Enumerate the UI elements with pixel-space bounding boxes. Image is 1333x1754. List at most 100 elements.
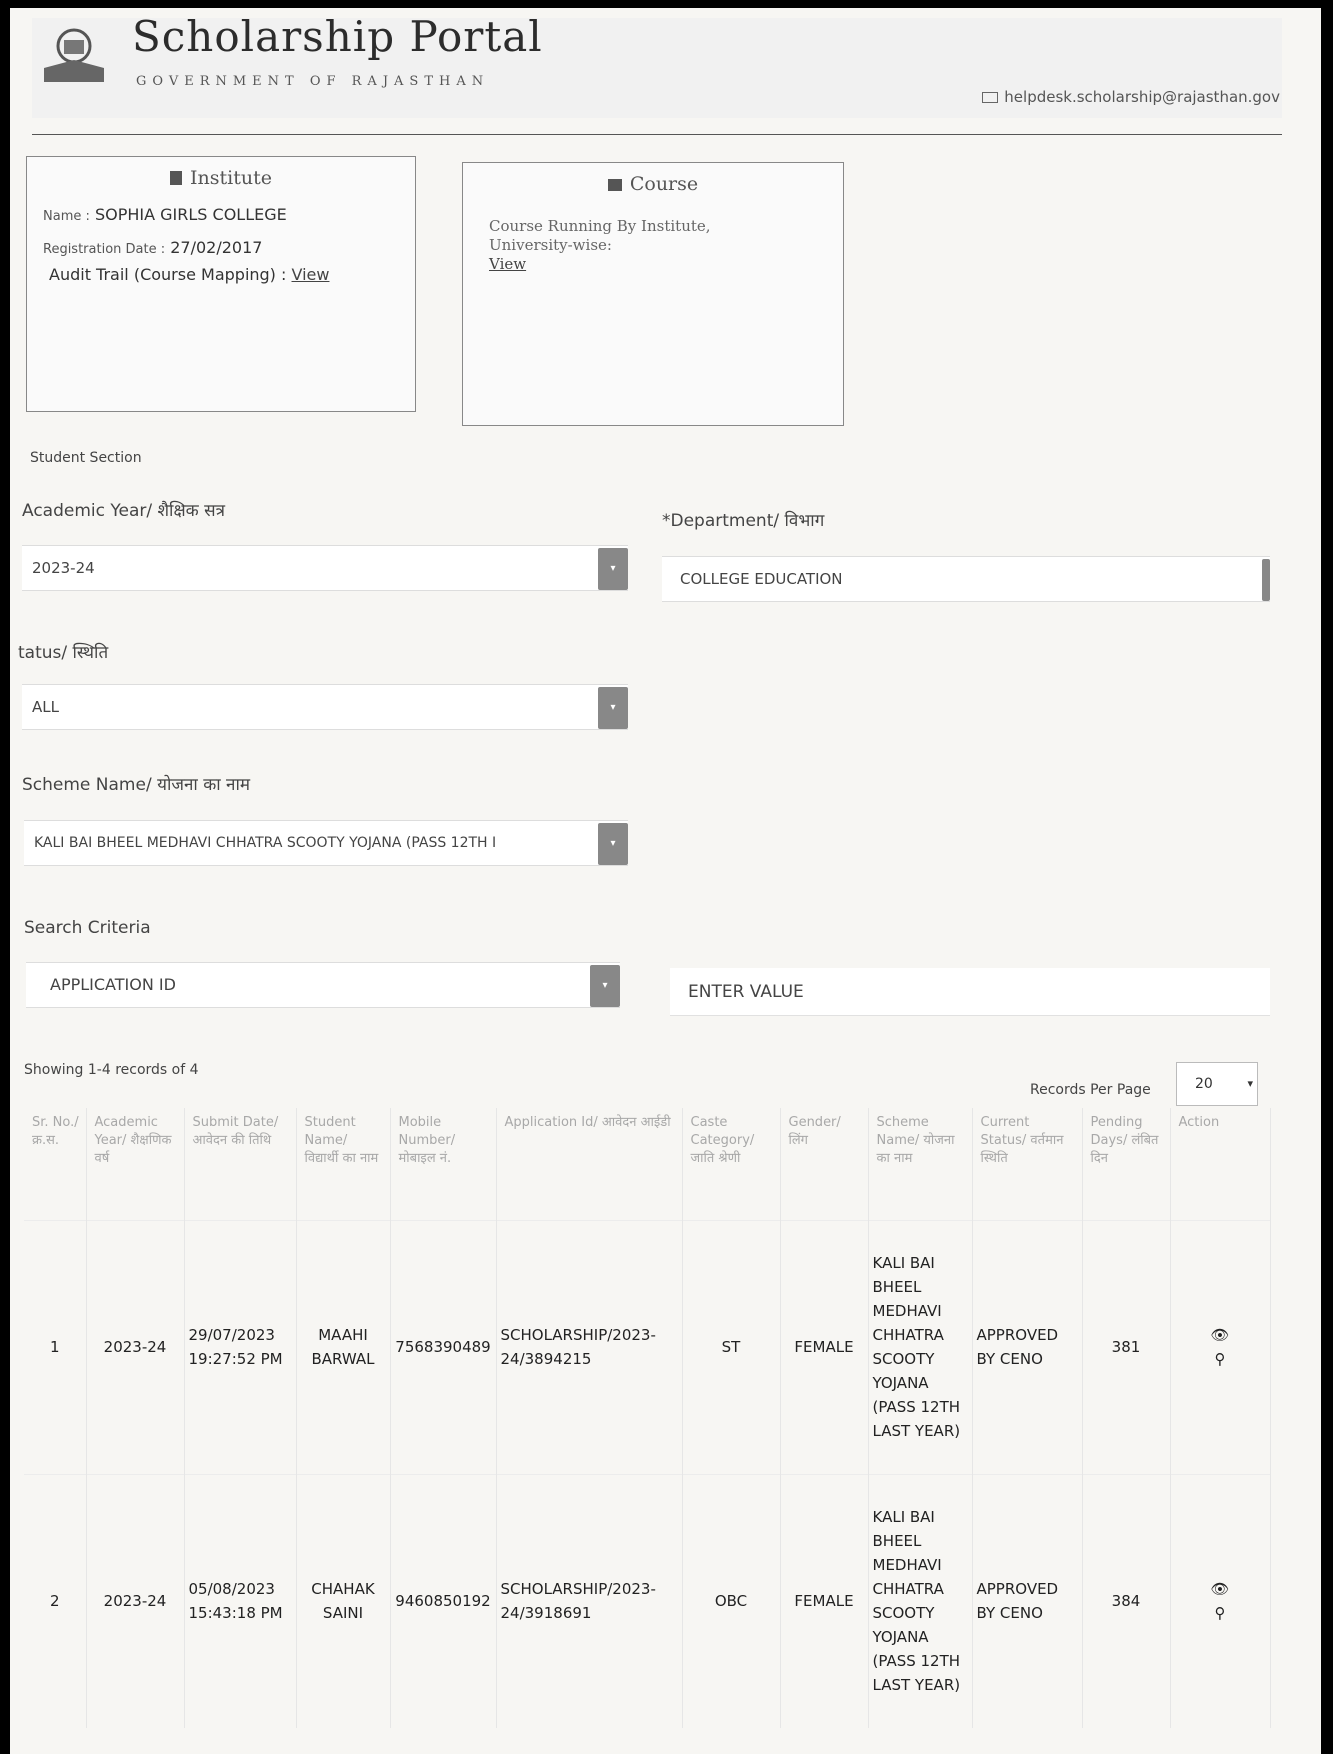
column-header[interactable]: Mobile Number/ मोबाइल नं.: [390, 1108, 497, 1220]
portal-subtitle: GOVERNMENT OF RAJASTHAN: [136, 74, 490, 89]
scheme-dropdown-arrow[interactable]: ▾: [598, 823, 628, 865]
search-criteria-select[interactable]: APPLICATION ID ▾: [26, 962, 620, 1008]
institute-card: Institute Name : SOPHIA GIRLS COLLEGE Re…: [26, 156, 416, 412]
cell-gender: FEMALE: [780, 1474, 869, 1728]
column-header[interactable]: Scheme Name/ योजना का नाम: [868, 1108, 973, 1220]
cell-academic-year: 2023-24: [86, 1220, 185, 1474]
records-per-page-value: 20: [1195, 1076, 1213, 1092]
cell-pending-days: 381: [1082, 1220, 1171, 1474]
cell-caste: OBC: [682, 1474, 781, 1728]
scheme-name-value: KALI BAI BHEEL MEDHAVI CHHATRA SCOOTY YO…: [34, 835, 497, 851]
course-description: Course Running By Institute, University-…: [489, 217, 789, 274]
cell-submit-date: 29/07/2023 19:27:52 PM: [184, 1220, 297, 1474]
cell-pending-days: 384: [1082, 1474, 1171, 1728]
registration-date-label: Registration Date :: [43, 242, 166, 257]
chevron-down-icon: ▾: [1247, 1077, 1253, 1090]
government-emblem-icon: [44, 28, 104, 82]
cell-actions: 👁 ⚲: [1170, 1474, 1271, 1728]
cell-application-id: SCHOLARSHIP/2023-24/3894215: [496, 1220, 683, 1474]
institute-card-heading: Institute: [27, 167, 415, 189]
institute-icon: [170, 171, 183, 185]
column-header[interactable]: Gender/ लिंग: [780, 1108, 869, 1220]
search-value-placeholder: ENTER VALUE: [688, 982, 804, 1002]
search-criteria-dropdown-arrow[interactable]: ▾: [590, 965, 620, 1007]
status-dropdown-arrow[interactable]: ▾: [598, 687, 628, 729]
records-per-page-label: Records Per Page: [1030, 1082, 1151, 1098]
academic-year-value: 2023-24: [32, 559, 95, 577]
registration-date-value: 27/02/2017: [170, 238, 263, 257]
cell-mobile: 7568390489: [390, 1220, 497, 1474]
table-header-row: Sr. No./ क्र.स. Academic Year/ शैक्षणिक …: [24, 1108, 1271, 1220]
institute-name-line: Name : SOPHIA GIRLS COLLEGE: [43, 205, 415, 224]
cell-caste: ST: [682, 1220, 781, 1474]
department-label: *Department/ विभाग: [662, 511, 825, 531]
column-header[interactable]: Academic Year/ शैक्षणिक वर्ष: [86, 1108, 185, 1220]
audit-trail-label: Audit Trail (Course Mapping) :: [49, 265, 287, 284]
cell-scheme: KALI BAI BHEEL MEDHAVI CHHATRA SCOOTY YO…: [868, 1474, 973, 1728]
registration-date-line: Registration Date : 27/02/2017: [43, 238, 415, 257]
location-pin-icon[interactable]: ⚲: [1175, 1601, 1266, 1625]
cell-application-id: SCHOLARSHIP/2023-24/3918691: [496, 1474, 683, 1728]
portal-title: Scholarship Portal: [132, 12, 543, 61]
column-header[interactable]: Caste Category/ जाति श्रेणी: [682, 1108, 781, 1220]
audit-trail-line: Audit Trail (Course Mapping) : View: [49, 265, 415, 284]
academic-year-label: Academic Year/ शैक्षिक सत्र: [22, 501, 225, 521]
department-select[interactable]: COLLEGE EDUCATION: [662, 556, 1270, 602]
search-criteria-value: APPLICATION ID: [50, 975, 176, 994]
results-table: Sr. No./ क्र.स. Academic Year/ शैक्षणिक …: [24, 1108, 1271, 1728]
header-divider: [32, 134, 1282, 135]
helpdesk-email[interactable]: helpdesk.scholarship@rajasthan.gov: [982, 88, 1280, 106]
academic-year-dropdown-arrow[interactable]: ▾: [598, 548, 628, 590]
course-heading-text: Course: [629, 173, 699, 195]
cell-status: APPROVED BY CENO: [972, 1474, 1083, 1728]
cell-status: APPROVED BY CENO: [972, 1220, 1083, 1474]
column-header: Action: [1170, 1108, 1271, 1220]
cell-student-name: MAAHI BARWAL: [296, 1220, 391, 1474]
search-criteria-label: Search Criteria: [24, 918, 151, 938]
column-header[interactable]: Submit Date/ आवेदन की तिथि: [184, 1108, 297, 1220]
student-section-label: Student Section: [30, 450, 142, 466]
scheme-name-select[interactable]: KALI BAI BHEEL MEDHAVI CHHATRA SCOOTY YO…: [24, 820, 628, 866]
cell-student-name: CHAHAK SAINI: [296, 1474, 391, 1728]
records-per-page-select[interactable]: 20 ▾: [1176, 1062, 1258, 1106]
academic-year-select[interactable]: 2023-24 ▾: [22, 545, 628, 591]
column-header[interactable]: Student Name/ विद्यार्थी का नाम: [296, 1108, 391, 1220]
helpdesk-email-text: helpdesk.scholarship@rajasthan.gov: [1004, 88, 1280, 106]
cell-sr-no: 1: [24, 1220, 87, 1474]
audit-trail-view-link[interactable]: View: [292, 265, 330, 284]
institute-heading-text: Institute: [190, 167, 272, 189]
table-row: 1 2023-24 29/07/2023 19:27:52 PM MAAHI B…: [24, 1220, 1271, 1474]
column-header[interactable]: Pending Days/ लंबित दिन: [1082, 1108, 1171, 1220]
scheme-name-label: Scheme Name/ योजना का नाम: [22, 775, 251, 795]
institute-name-label: Name :: [43, 209, 90, 224]
portal-header: Scholarship Portal GOVERNMENT OF RAJASTH…: [32, 12, 1282, 118]
institute-name-value: SOPHIA GIRLS COLLEGE: [94, 205, 287, 224]
cell-scheme: KALI BAI BHEEL MEDHAVI CHHATRA SCOOTY YO…: [868, 1220, 973, 1474]
cell-submit-date: 05/08/2023 15:43:18 PM: [184, 1474, 297, 1728]
status-label: tatus/ स्थिति: [18, 643, 109, 663]
status-value: ALL: [32, 698, 59, 716]
cell-mobile: 9460850192: [390, 1474, 497, 1728]
column-header[interactable]: Application Id/ आवेदन आईडी: [496, 1108, 683, 1220]
table-row: 2 2023-24 05/08/2023 15:43:18 PM CHAHAK …: [24, 1474, 1271, 1728]
column-header[interactable]: Sr. No./ क्र.स.: [24, 1108, 87, 1220]
page: Scholarship Portal GOVERNMENT OF RAJASTH…: [10, 8, 1321, 1754]
search-value-input[interactable]: ENTER VALUE: [670, 968, 1270, 1016]
status-select[interactable]: ALL ▾: [22, 684, 628, 730]
department-dropdown-arrow[interactable]: [1262, 559, 1270, 601]
location-pin-icon[interactable]: ⚲: [1175, 1347, 1266, 1371]
course-card: Course Course Running By Institute, Univ…: [462, 162, 844, 426]
department-value: COLLEGE EDUCATION: [680, 570, 843, 588]
cell-sr-no: 2: [24, 1474, 87, 1728]
course-view-link[interactable]: View: [489, 255, 789, 274]
mail-icon: [982, 92, 999, 103]
eye-icon[interactable]: 👁: [1175, 1323, 1266, 1347]
eye-icon[interactable]: 👁: [1175, 1577, 1266, 1601]
column-header[interactable]: Current Status/ वर्तमान स्थिति: [972, 1108, 1083, 1220]
course-card-heading: Course: [463, 173, 843, 195]
cell-actions: 👁 ⚲: [1170, 1220, 1271, 1474]
cell-gender: FEMALE: [780, 1220, 869, 1474]
records-count: Showing 1-4 records of 4: [24, 1062, 199, 1078]
cell-academic-year: 2023-24: [86, 1474, 185, 1728]
course-running-text: Course Running By Institute, University-…: [489, 217, 711, 254]
